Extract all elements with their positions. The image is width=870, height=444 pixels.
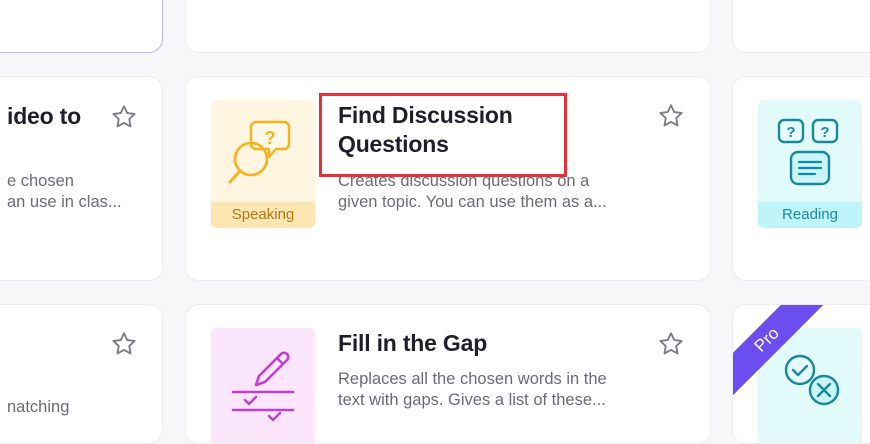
- card-matching[interactable]: natching: [0, 304, 163, 444]
- card-reading[interactable]: ? ? Reading: [732, 76, 870, 281]
- card-top-middle[interactable]: [185, 0, 711, 53]
- card-top-right[interactable]: [732, 0, 870, 53]
- card-description-line: natching: [7, 398, 70, 416]
- tag-reading: Reading: [758, 202, 862, 228]
- chat-question-icon: ? ?: [777, 118, 839, 186]
- svg-text:?: ?: [786, 124, 795, 141]
- card-title: ideo to: [7, 103, 81, 129]
- card-description-line: e chosen: [7, 172, 74, 190]
- tag-speaking: Speaking: [211, 202, 315, 228]
- star-icon[interactable]: [110, 330, 138, 358]
- card-video-to[interactable]: ideo to e chosen an use in clas...: [0, 76, 163, 281]
- card-top-left[interactable]: [0, 0, 163, 53]
- highlight-box: [319, 93, 567, 177]
- reading-thumbnail: ? ? Reading: [758, 100, 862, 228]
- star-icon[interactable]: [657, 102, 685, 130]
- card-fill-in-the-gap[interactable]: Fill in the Gap Replaces all the chosen …: [185, 304, 711, 444]
- pencil-lines-icon: [231, 351, 295, 422]
- card-description-line: Replaces all the chosen words in the: [338, 370, 607, 388]
- card-description-line: text with gaps. Gives a list of these...: [338, 391, 606, 409]
- card-description-line: given topic. You can use them as a...: [338, 193, 607, 211]
- card-description-line: an use in clas...: [7, 193, 122, 211]
- gap-thumbnail: [211, 328, 315, 443]
- card-title: Fill in the Gap: [338, 330, 488, 356]
- question-bubbles-icon: ?: [228, 120, 291, 184]
- card-pro-check[interactable]: Pro: [732, 304, 870, 444]
- svg-text:?: ?: [265, 128, 276, 148]
- svg-text:?: ?: [820, 124, 829, 141]
- speaking-thumbnail: ? Speaking: [211, 100, 315, 228]
- star-icon[interactable]: [657, 330, 685, 358]
- star-icon[interactable]: [110, 103, 138, 131]
